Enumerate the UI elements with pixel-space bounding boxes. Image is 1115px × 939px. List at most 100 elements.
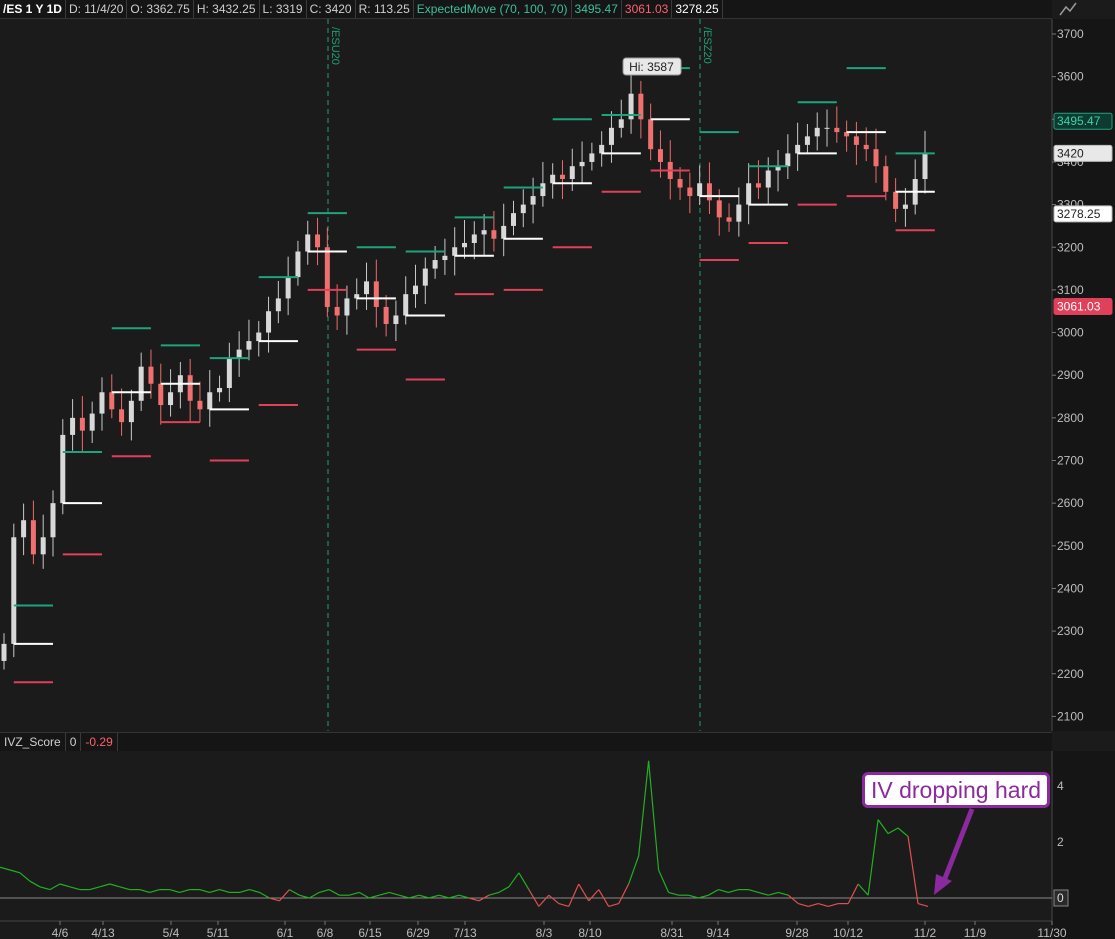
candle-body[interactable] [403, 294, 409, 316]
candle-body[interactable] [648, 119, 654, 150]
candle-body[interactable] [442, 255, 448, 261]
candle-body[interactable] [168, 392, 174, 406]
candle-body[interactable] [197, 400, 203, 410]
candle-body[interactable] [236, 349, 242, 359]
candle-body[interactable] [657, 149, 663, 162]
candle-body[interactable] [432, 260, 438, 269]
candle-body[interactable] [11, 537, 17, 644]
candle-body[interactable] [207, 392, 213, 410]
candle-body[interactable] [873, 149, 879, 167]
candle-body[interactable] [765, 170, 771, 188]
candle-body[interactable] [383, 306, 389, 325]
candle-body[interactable] [344, 298, 350, 316]
candle-body[interactable] [501, 225, 507, 239]
candle-body[interactable] [824, 127, 830, 129]
candle-body[interactable] [471, 234, 477, 243]
candle-body[interactable] [462, 242, 467, 248]
chart-tools-icon[interactable] [1056, 0, 1080, 18]
candle-body[interactable] [540, 183, 546, 197]
candle-body[interactable] [187, 375, 193, 401]
candle-body[interactable] [393, 315, 399, 325]
candle-body[interactable] [863, 144, 869, 150]
candle-body[interactable] [716, 200, 722, 218]
candle-body[interactable] [334, 306, 340, 316]
close-label: C: 3420 [307, 0, 356, 18]
candle-body[interactable] [70, 417, 76, 435]
candle-body[interactable] [510, 213, 516, 226]
candle-body[interactable] [795, 144, 801, 154]
candle-body[interactable] [266, 311, 272, 333]
candle-body[interactable] [814, 127, 820, 137]
candle-body[interactable] [79, 417, 85, 431]
candle-body[interactable] [746, 183, 752, 205]
candle-body[interactable] [677, 179, 683, 188]
candle-body[interactable] [226, 358, 232, 388]
candle-body[interactable] [217, 387, 223, 393]
candle-body[interactable] [373, 281, 379, 307]
candle-body[interactable] [50, 503, 56, 538]
candle-body[interactable] [726, 217, 732, 222]
oscillator-name[interactable]: IVZ_Score [0, 733, 66, 751]
candle-body[interactable] [706, 183, 712, 201]
osc-tick-label: 2 [1057, 835, 1064, 849]
candle-body[interactable] [295, 251, 301, 278]
candle-body[interactable] [755, 183, 761, 188]
candle-body[interactable] [256, 332, 262, 342]
candle-body[interactable] [893, 191, 899, 209]
candle-body[interactable] [589, 153, 595, 162]
candle-body[interactable] [422, 268, 428, 286]
candle-body[interactable] [883, 166, 889, 192]
candle-body[interactable] [99, 392, 105, 414]
symbol-label[interactable]: /ES 1 Y 1D [0, 0, 66, 18]
candle-body[interactable] [520, 204, 526, 214]
candle-body[interactable] [138, 366, 144, 401]
candle-body[interactable] [922, 153, 928, 180]
candle-body[interactable] [785, 153, 791, 167]
candle-body[interactable] [285, 277, 291, 299]
candle-body[interactable] [530, 196, 536, 205]
candle-body[interactable] [119, 409, 125, 423]
price-tick-label: 2200 [1057, 667, 1084, 681]
candle-body[interactable] [481, 230, 487, 235]
candle-body[interactable] [902, 204, 908, 209]
candle-body[interactable] [60, 434, 66, 504]
candle-body[interactable] [697, 183, 703, 197]
candle-body[interactable] [413, 285, 419, 295]
time-tick-label: 11/30 [1037, 926, 1066, 939]
candle-body[interactable] [599, 144, 605, 154]
candle-body[interactable] [452, 247, 458, 256]
candle-body[interactable] [618, 119, 624, 128]
candle-body[interactable] [491, 230, 497, 239]
candle-body[interactable] [324, 247, 330, 307]
candle-body[interactable] [608, 127, 614, 145]
candle-body[interactable] [158, 383, 164, 406]
time-tick-label: 4/6 [52, 926, 69, 939]
candle-body[interactable] [853, 136, 859, 145]
time-tick-label: 6/15 [358, 926, 382, 939]
candle-body[interactable] [148, 366, 154, 384]
candle-body[interactable] [550, 174, 556, 184]
price-chart[interactable]: 3700360035003400330032003100300029002800… [0, 19, 1115, 731]
candle-body[interactable] [569, 166, 575, 180]
candle-body[interactable] [40, 537, 46, 555]
candle-body[interactable] [128, 400, 134, 423]
candle-body[interactable] [275, 298, 281, 312]
candle-body[interactable] [364, 281, 370, 295]
candle-body[interactable] [246, 341, 252, 350]
candle-body[interactable] [315, 234, 321, 248]
candle-body[interactable] [579, 161, 585, 167]
candle-body[interactable] [109, 392, 115, 410]
candle-body[interactable] [804, 136, 810, 145]
candle-body[interactable] [687, 187, 693, 197]
candle-body[interactable] [89, 413, 95, 431]
candle-body[interactable] [30, 520, 36, 555]
candle-body[interactable] [834, 127, 840, 133]
candle-body[interactable] [1, 643, 7, 661]
study-label[interactable]: ExpectedMove (70, 100, 70) [414, 0, 572, 18]
candle-body[interactable] [736, 204, 742, 222]
candle-body[interactable] [305, 234, 311, 252]
time-tick-label: 7/13 [453, 926, 477, 939]
candle-body[interactable] [559, 174, 565, 180]
time-tick-label: 8/3 [536, 926, 553, 939]
candle-body[interactable] [21, 520, 27, 538]
